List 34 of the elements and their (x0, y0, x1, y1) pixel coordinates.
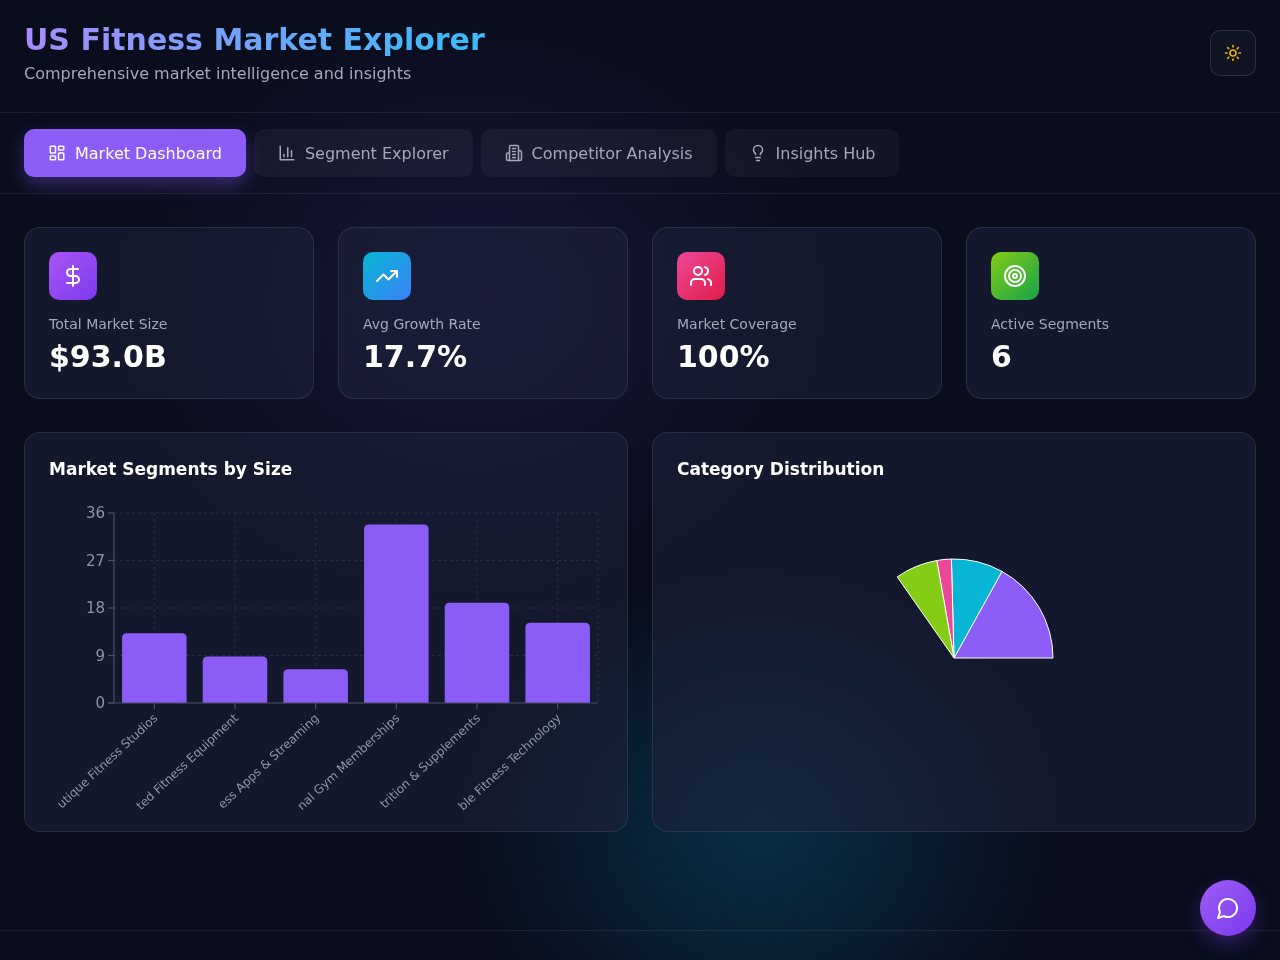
stat-label: Market Coverage (677, 316, 797, 333)
chart-title: Market Segments by Size (49, 458, 293, 481)
bar (202, 656, 268, 703)
chat-icon (1216, 896, 1240, 920)
stat-label: Total Market Size (49, 316, 168, 333)
stat-value: 100% (677, 339, 770, 375)
chat-button[interactable] (1200, 880, 1256, 936)
y-tick-label: 36 (85, 504, 105, 522)
tab[interactable]: Segment Explorer (253, 129, 473, 177)
bar (283, 669, 348, 703)
dollar-icon (49, 252, 97, 300)
sun-icon (1224, 44, 1242, 62)
tab[interactable]: Insights Hub (724, 129, 900, 177)
stat-value: 17.7% (363, 339, 468, 375)
y-tick-label: 0 (95, 694, 105, 712)
stat-value: $93.0B (49, 339, 167, 375)
app-subtitle: Comprehensive market intelligence and insights (24, 64, 413, 84)
bar-chart-icon (277, 144, 296, 162)
theme-toggle-button[interactable] (1210, 30, 1256, 76)
trending-up-icon (363, 252, 411, 300)
chart-title: Category Distribution (677, 458, 885, 481)
tab[interactable]: Competitor Analysis (480, 129, 717, 177)
building-icon (504, 144, 523, 162)
target-icon (991, 252, 1039, 300)
users-icon (677, 252, 725, 300)
grid-icon (48, 144, 66, 162)
bar (122, 633, 187, 703)
stat-value: 6 (991, 339, 1012, 375)
stat-label: Avg Growth Rate (363, 316, 481, 333)
y-tick-label: 9 (95, 646, 105, 665)
tab[interactable]: Market Dashboard (24, 129, 246, 177)
y-tick-label: 18 (85, 599, 105, 617)
stat-label: Active Segments (991, 316, 1110, 333)
y-tick-label: 27 (85, 551, 105, 570)
